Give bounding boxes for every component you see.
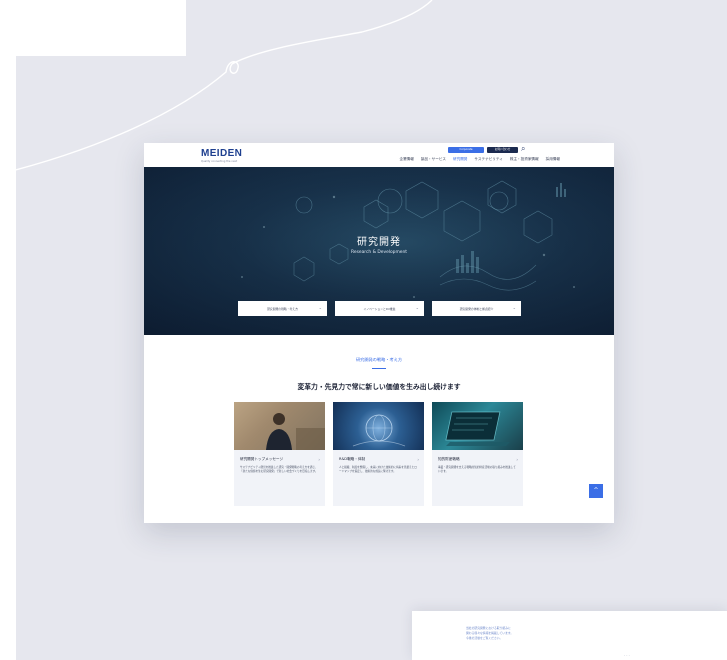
section-divider (372, 368, 386, 369)
logo-text: MEIDEN (201, 148, 243, 159)
page-subtitle: Research & Development (351, 250, 407, 255)
second-page-preview: 当社の研究開発における取り組みに 関わる様々な情報を掲載しています。 今後の活動… (412, 611, 727, 660)
hero-banner: 研究開発 Research & Development 研究開発の戦略・考え方 … (144, 167, 614, 335)
card-image (432, 402, 523, 450)
corporate-button[interactable]: Corporate (448, 147, 484, 153)
card-description: 事業・研究開発を支える戦略的知的財産活動の取り組みを推進しています。 (438, 466, 516, 473)
main-nav: 企業情報 製品・サービス 研究開発 サステナビリティ 株主・投資家情報 採用情報 (400, 157, 561, 162)
hero-tab-bar: 研究開発の戦略・考え方 ⌄ イノベーションとDX推進 ⌄ 研究開発の体制と拠点紹… (238, 301, 521, 316)
laptop-graphic (445, 411, 510, 446)
strategy-section: 研究開発の戦略・考え方 変革力・先見力で常に新しい価値を生み出し続けます 研究開… (144, 335, 614, 523)
nav-sustainability[interactable]: サステナビリティ (474, 157, 502, 162)
preview-text-line: 今後の活動をご覧ください。 (466, 636, 503, 640)
card-description: 人と組織、制度を整備し、未来に向けた技術的に将来を見据えたロードマップを策定し、… (339, 466, 417, 473)
scroll-to-top-button[interactable]: ^ (589, 484, 603, 498)
chevron-down-icon: ⌄ (512, 305, 516, 310)
tab-label: 研究開発の体制と拠点紹介 (459, 306, 494, 311)
nav-recruit[interactable]: 採用情報 (546, 157, 560, 162)
section-heading: 変革力・先見力で常に新しい価値を生み出し続けます (297, 383, 461, 391)
card-title: 知的財産戦略 (438, 457, 460, 461)
decorative-dots: ··· (624, 653, 631, 658)
card-rd-strategy[interactable]: R&D戦略・体制 › 人と組織、制度を整備し、未来に向けた技術的に将来を見据えた… (333, 402, 424, 506)
chevron-right-icon: › (516, 457, 518, 462)
tab-strategy[interactable]: 研究開発の戦略・考え方 ⌄ (238, 301, 327, 316)
meiden-logo[interactable]: MEIDEN Quality connecting the next (201, 148, 243, 164)
tab-innovation[interactable]: イノベーションとDX推進 ⌄ (335, 301, 424, 316)
preview-text-line: 当社の研究開発における取り組みに (466, 626, 511, 630)
card-title: 研究開発トップメッセージ (240, 457, 284, 461)
person-photo (234, 402, 325, 450)
tab-label: イノベーションとDX推進 (363, 306, 396, 311)
website-preview: MEIDEN Quality connecting the next Corpo… (144, 143, 614, 523)
card-ip-strategy[interactable]: 知的財産戦略 › 事業・研究開発を支える戦略的知的財産活動の取り組みを推進してい… (432, 402, 523, 506)
globe-graphic (352, 414, 406, 447)
card-top-message[interactable]: 研究開発トップメッセージ › サステナビリティ経営を推進した研究・開発戦略の考え… (234, 402, 325, 506)
chevron-right-icon: › (417, 457, 419, 462)
card-list: 研究開発トップメッセージ › サステナビリティ経営を推進した研究・開発戦略の考え… (234, 402, 523, 506)
preview-text-line: 関わる様々な情報を掲載しています。 (466, 631, 514, 635)
nav-products[interactable]: 製品・サービス (421, 157, 446, 162)
contact-button[interactable]: お問い合わせ (487, 147, 518, 153)
page-title: 研究開発 (357, 237, 401, 248)
nav-company[interactable]: 企業情報 (400, 157, 414, 162)
card-image (333, 402, 424, 450)
chevron-down-icon: ⌄ (318, 305, 322, 310)
tab-organization[interactable]: 研究開発の体制と拠点紹介 ⌄ (432, 301, 521, 316)
nav-investors[interactable]: 株主・投資家情報 (510, 157, 539, 162)
site-header: MEIDEN Quality connecting the next Corpo… (144, 143, 614, 167)
section-label: 研究開発の戦略・考え方 (355, 357, 403, 362)
tab-label: 研究開発の戦略・考え方 (267, 306, 298, 311)
search-icon[interactable]: ⌕ (521, 144, 525, 154)
chevron-right-icon: › (318, 457, 320, 462)
card-description: サステナビリティ経営を推進した研究・開発戦略の考え方を通じ、「新たな価値を生む研… (240, 466, 318, 473)
chevron-down-icon: ⌄ (415, 305, 419, 310)
nav-research[interactable]: 研究開発 (453, 157, 467, 162)
logo-tagline: Quality connecting the next (201, 160, 238, 163)
card-image (234, 402, 325, 450)
card-title: R&D戦略・体制 (339, 457, 366, 461)
